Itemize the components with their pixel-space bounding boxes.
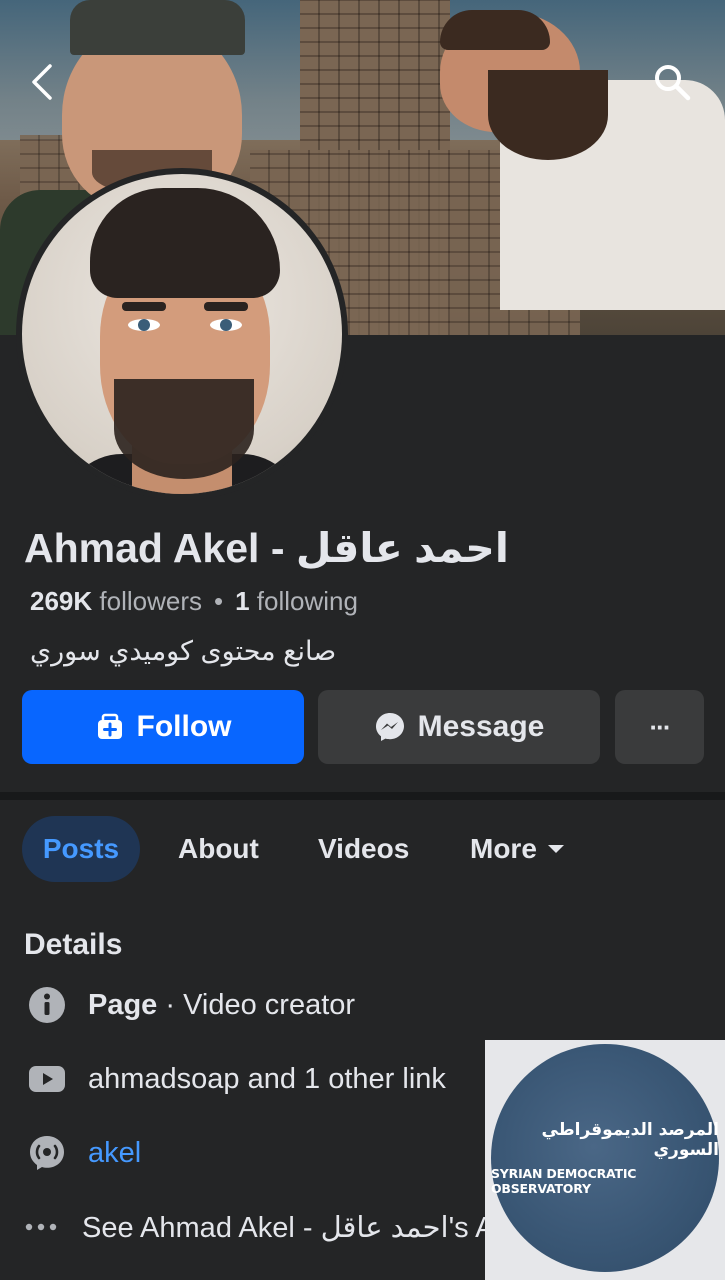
following-link[interactable]: 1 following: [235, 586, 358, 616]
cover-person-left-cap: [70, 0, 245, 55]
search-button[interactable]: [650, 60, 694, 104]
follow-button[interactable]: Follow: [22, 690, 304, 764]
more-dots-icon: ···: [649, 711, 672, 742]
message-label: Message: [417, 710, 545, 743]
threads-handle[interactable]: akel: [88, 1137, 141, 1170]
avatar-eye-right: [210, 319, 242, 331]
following-count: 1: [235, 586, 250, 616]
followers-link[interactable]: 269K followers: [30, 586, 202, 616]
detail-links[interactable]: ahmadsoap and 1 other link: [28, 1060, 446, 1098]
tab-posts[interactable]: Posts: [22, 816, 140, 882]
threads-icon: [28, 1134, 66, 1172]
tab-videos[interactable]: Videos: [318, 816, 409, 882]
section-divider: [0, 792, 725, 800]
links-text: ahmadsoap and 1 other link: [88, 1062, 446, 1095]
watermark-logo: المرصد الديموقراطي السوري SYRIAN DEMOCRA…: [485, 1040, 725, 1280]
detail-page-type: Page · Video creator: [28, 986, 355, 1024]
stats-separator: •: [213, 586, 224, 616]
tab-more-label: More: [470, 833, 537, 864]
avatar-brow-right: [204, 302, 248, 311]
more-options-button[interactable]: ···: [615, 690, 704, 764]
cover-person-right-hair: [440, 10, 550, 50]
cover-person-right-beard: [488, 70, 608, 160]
tab-more[interactable]: More: [470, 816, 565, 882]
youtube-icon: [28, 1060, 66, 1098]
message-button[interactable]: Message: [318, 690, 600, 764]
avatar-beard: [114, 379, 254, 479]
back-button[interactable]: [20, 60, 64, 104]
followers-count: 269K: [30, 586, 93, 616]
page-type-rest: · Video creator: [157, 988, 356, 1021]
tab-about[interactable]: About: [178, 816, 259, 882]
follow-stats: 269K followers • 1 following: [30, 586, 358, 617]
watermark-arabic: المرصد الديموقراطي السوري: [541, 1120, 719, 1160]
search-icon: [655, 65, 691, 101]
details-heading: Details: [24, 928, 123, 961]
avatar-brow-left: [122, 302, 166, 311]
followers-label: followers: [99, 586, 202, 616]
follow-label: Follow: [136, 710, 232, 743]
watermark-seal: المرصد الديموقراطي السوري SYRIAN DEMOCRA…: [491, 1044, 719, 1272]
profile-name: Ahmad Akel - احمد عاقل: [24, 525, 509, 571]
detail-threads[interactable]: akel: [28, 1134, 141, 1172]
info-icon: [28, 986, 66, 1024]
back-arrow-icon: [32, 64, 52, 100]
messenger-icon: [375, 713, 404, 741]
avatar-eye-left: [128, 319, 160, 331]
watermark-english: SYRIAN DEMOCRATIC OBSERVATORY: [491, 1166, 637, 1196]
caret-down-icon: [547, 845, 564, 853]
profile-bio: صانع محتوى كوميدي سوري: [30, 636, 337, 666]
page-type-bold: Page: [88, 988, 158, 1021]
following-label: following: [256, 586, 358, 616]
avatar-hair: [90, 188, 280, 298]
add-friend-icon: [97, 713, 122, 739]
avatar-image: [22, 174, 342, 494]
ellipsis-icon: [24, 1208, 58, 1246]
profile-picture[interactable]: [16, 168, 348, 500]
